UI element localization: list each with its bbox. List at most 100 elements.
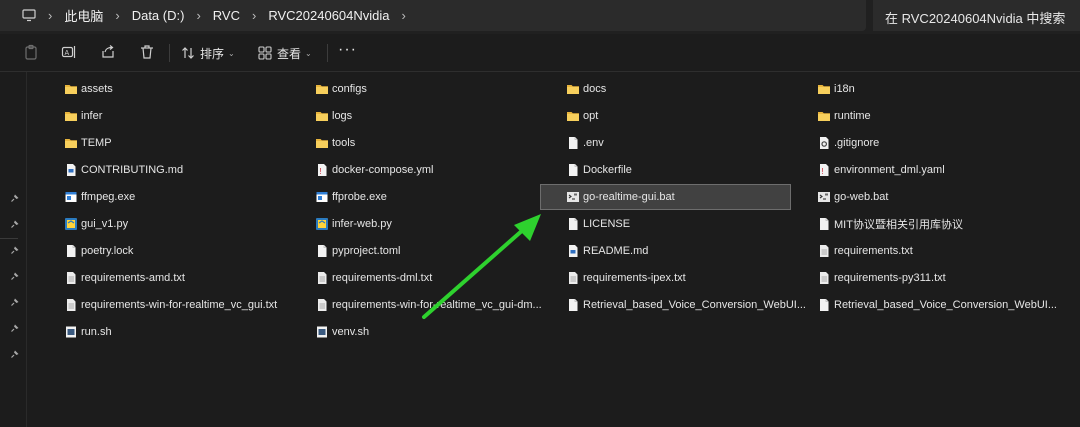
file-item[interactable]: go-realtime-gui.bat (540, 184, 791, 210)
file-item[interactable]: Dockerfile (566, 160, 632, 180)
folder-item[interactable]: runtime (817, 106, 871, 126)
file-item[interactable]: go-web.bat (817, 187, 888, 207)
config-file-icon (817, 136, 831, 150)
paste-icon[interactable] (23, 44, 39, 60)
file-item[interactable]: LICENSE (566, 214, 630, 234)
folder-item[interactable]: opt (566, 106, 598, 126)
view-label: 查看 (277, 46, 302, 61)
markdown-file-icon (566, 244, 580, 258)
file-icon (566, 163, 580, 177)
pin-icon[interactable] (10, 297, 20, 307)
file-name: ffprobe.exe (332, 191, 387, 203)
file-icon (566, 298, 580, 312)
folder-item[interactable]: docs (566, 79, 606, 99)
svg-text:!: ! (320, 167, 322, 176)
pin-icon[interactable] (10, 245, 20, 255)
file-item[interactable]: requirements.txt (817, 241, 913, 261)
file-item[interactable]: MIT协议暨相关引用库协议 (817, 214, 963, 234)
file-item[interactable]: .gitignore (817, 133, 879, 153)
file-item[interactable]: README.md (566, 241, 648, 261)
chevron-right-icon[interactable]: › (48, 8, 52, 23)
folder-item[interactable]: tools (315, 133, 355, 153)
file-item[interactable]: run.sh (64, 322, 112, 342)
chevron-right-icon[interactable]: › (252, 8, 256, 23)
file-name: Retrieval_based_Voice_Conversion_WebUI..… (583, 299, 806, 311)
ellipsis-icon: ··· (338, 41, 357, 58)
text-file-icon (315, 298, 329, 312)
folder-item[interactable]: i18n (817, 79, 855, 99)
folder-item[interactable]: logs (315, 106, 352, 126)
file-name: infer (81, 110, 103, 122)
text-file-icon (64, 298, 78, 312)
file-icon (817, 298, 831, 312)
file-item[interactable]: ffprobe.exe (315, 187, 387, 207)
address-bar[interactable]: › 此电脑 › Data (D:) › RVC › RVC20240604Nvi… (0, 0, 866, 31)
pin-icon[interactable] (10, 193, 20, 203)
chevron-right-icon[interactable]: › (402, 8, 406, 23)
file-item[interactable]: requirements-py311.txt (817, 268, 946, 288)
file-item[interactable]: ! docker-compose.yml (315, 160, 433, 180)
delete-icon[interactable] (139, 44, 155, 60)
file-item[interactable]: ! environment_dml.yaml (817, 160, 945, 180)
folder-icon (315, 109, 329, 123)
folder-icon (64, 109, 78, 123)
file-item[interactable]: Retrieval_based_Voice_Conversion_WebUI..… (817, 295, 1057, 315)
sort-icon (181, 46, 195, 60)
file-item[interactable]: gui_v1.py (64, 214, 128, 234)
file-name: i18n (834, 83, 855, 95)
file-name: .gitignore (834, 137, 880, 149)
search-input[interactable]: 在 RVC20240604Nvidia 中搜索 (873, 0, 1080, 31)
file-icon (315, 244, 329, 258)
file-name: Retrieval_based_Voice_Conversion_WebUI..… (834, 299, 1057, 311)
folder-icon (817, 109, 831, 123)
file-name: CONTRIBUTING.md (81, 164, 184, 176)
folder-icon (315, 82, 329, 96)
computer-icon[interactable] (22, 9, 36, 22)
pin-icon[interactable] (10, 271, 20, 281)
file-item[interactable]: .env (566, 133, 604, 153)
breadcrumb-this-pc[interactable]: 此电脑 (64, 6, 103, 25)
file-name: configs (332, 83, 367, 95)
breadcrumb-rvc[interactable]: RVC (213, 8, 240, 23)
file-item[interactable]: requirements-amd.txt (64, 268, 185, 288)
sort-button[interactable]: 排序 ⌄ (181, 44, 235, 62)
file-item[interactable]: poetry.lock (64, 241, 133, 261)
file-item[interactable]: requirements-dml.txt (315, 268, 432, 288)
breadcrumb-data-drive[interactable]: Data (D:) (132, 8, 185, 23)
view-button[interactable]: 查看 ⌄ (258, 44, 312, 62)
file-name: requirements-amd.txt (81, 272, 185, 284)
file-item[interactable]: CONTRIBUTING.md (64, 160, 183, 180)
batch-file-icon (566, 190, 580, 204)
folder-item[interactable]: infer (64, 106, 102, 126)
file-item[interactable]: ffmpeg.exe (64, 187, 135, 207)
folder-icon (315, 136, 329, 150)
yaml-file-icon: ! (817, 163, 831, 177)
yaml-file-icon: ! (315, 163, 329, 177)
file-name: requirements-dml.txt (332, 272, 433, 284)
pin-icon[interactable] (10, 323, 20, 333)
rename-icon[interactable]: A (61, 44, 77, 60)
chevron-right-icon[interactable]: › (196, 8, 200, 23)
file-item[interactable]: infer-web.py (315, 214, 392, 234)
share-icon[interactable] (100, 44, 116, 60)
file-item[interactable]: pyproject.toml (315, 241, 400, 261)
pin-icon[interactable] (10, 349, 20, 359)
file-name: ffmpeg.exe (81, 191, 136, 203)
file-name: requirements.txt (834, 245, 913, 257)
chevron-right-icon[interactable]: › (115, 8, 119, 23)
file-item[interactable]: Retrieval_based_Voice_Conversion_WebUI..… (566, 295, 806, 315)
file-item[interactable]: requirements-ipex.txt (566, 268, 686, 288)
file-item[interactable]: requirements-win-for-realtime_vc_gui-dm.… (315, 295, 542, 315)
file-item[interactable]: venv.sh (315, 322, 369, 342)
folder-item[interactable]: TEMP (64, 133, 112, 153)
pin-icon[interactable] (10, 219, 20, 229)
file-name: environment_dml.yaml (834, 164, 945, 176)
sort-label: 排序 (200, 46, 225, 61)
svg-text:!: ! (822, 167, 824, 176)
more-options-button[interactable]: ··· (338, 41, 357, 59)
text-file-icon (566, 271, 580, 285)
file-item[interactable]: requirements-win-for-realtime_vc_gui.txt (64, 295, 277, 315)
breadcrumb-current-folder[interactable]: RVC20240604Nvidia (268, 8, 389, 23)
folder-item[interactable]: configs (315, 79, 367, 99)
folder-item[interactable]: assets (64, 79, 113, 99)
